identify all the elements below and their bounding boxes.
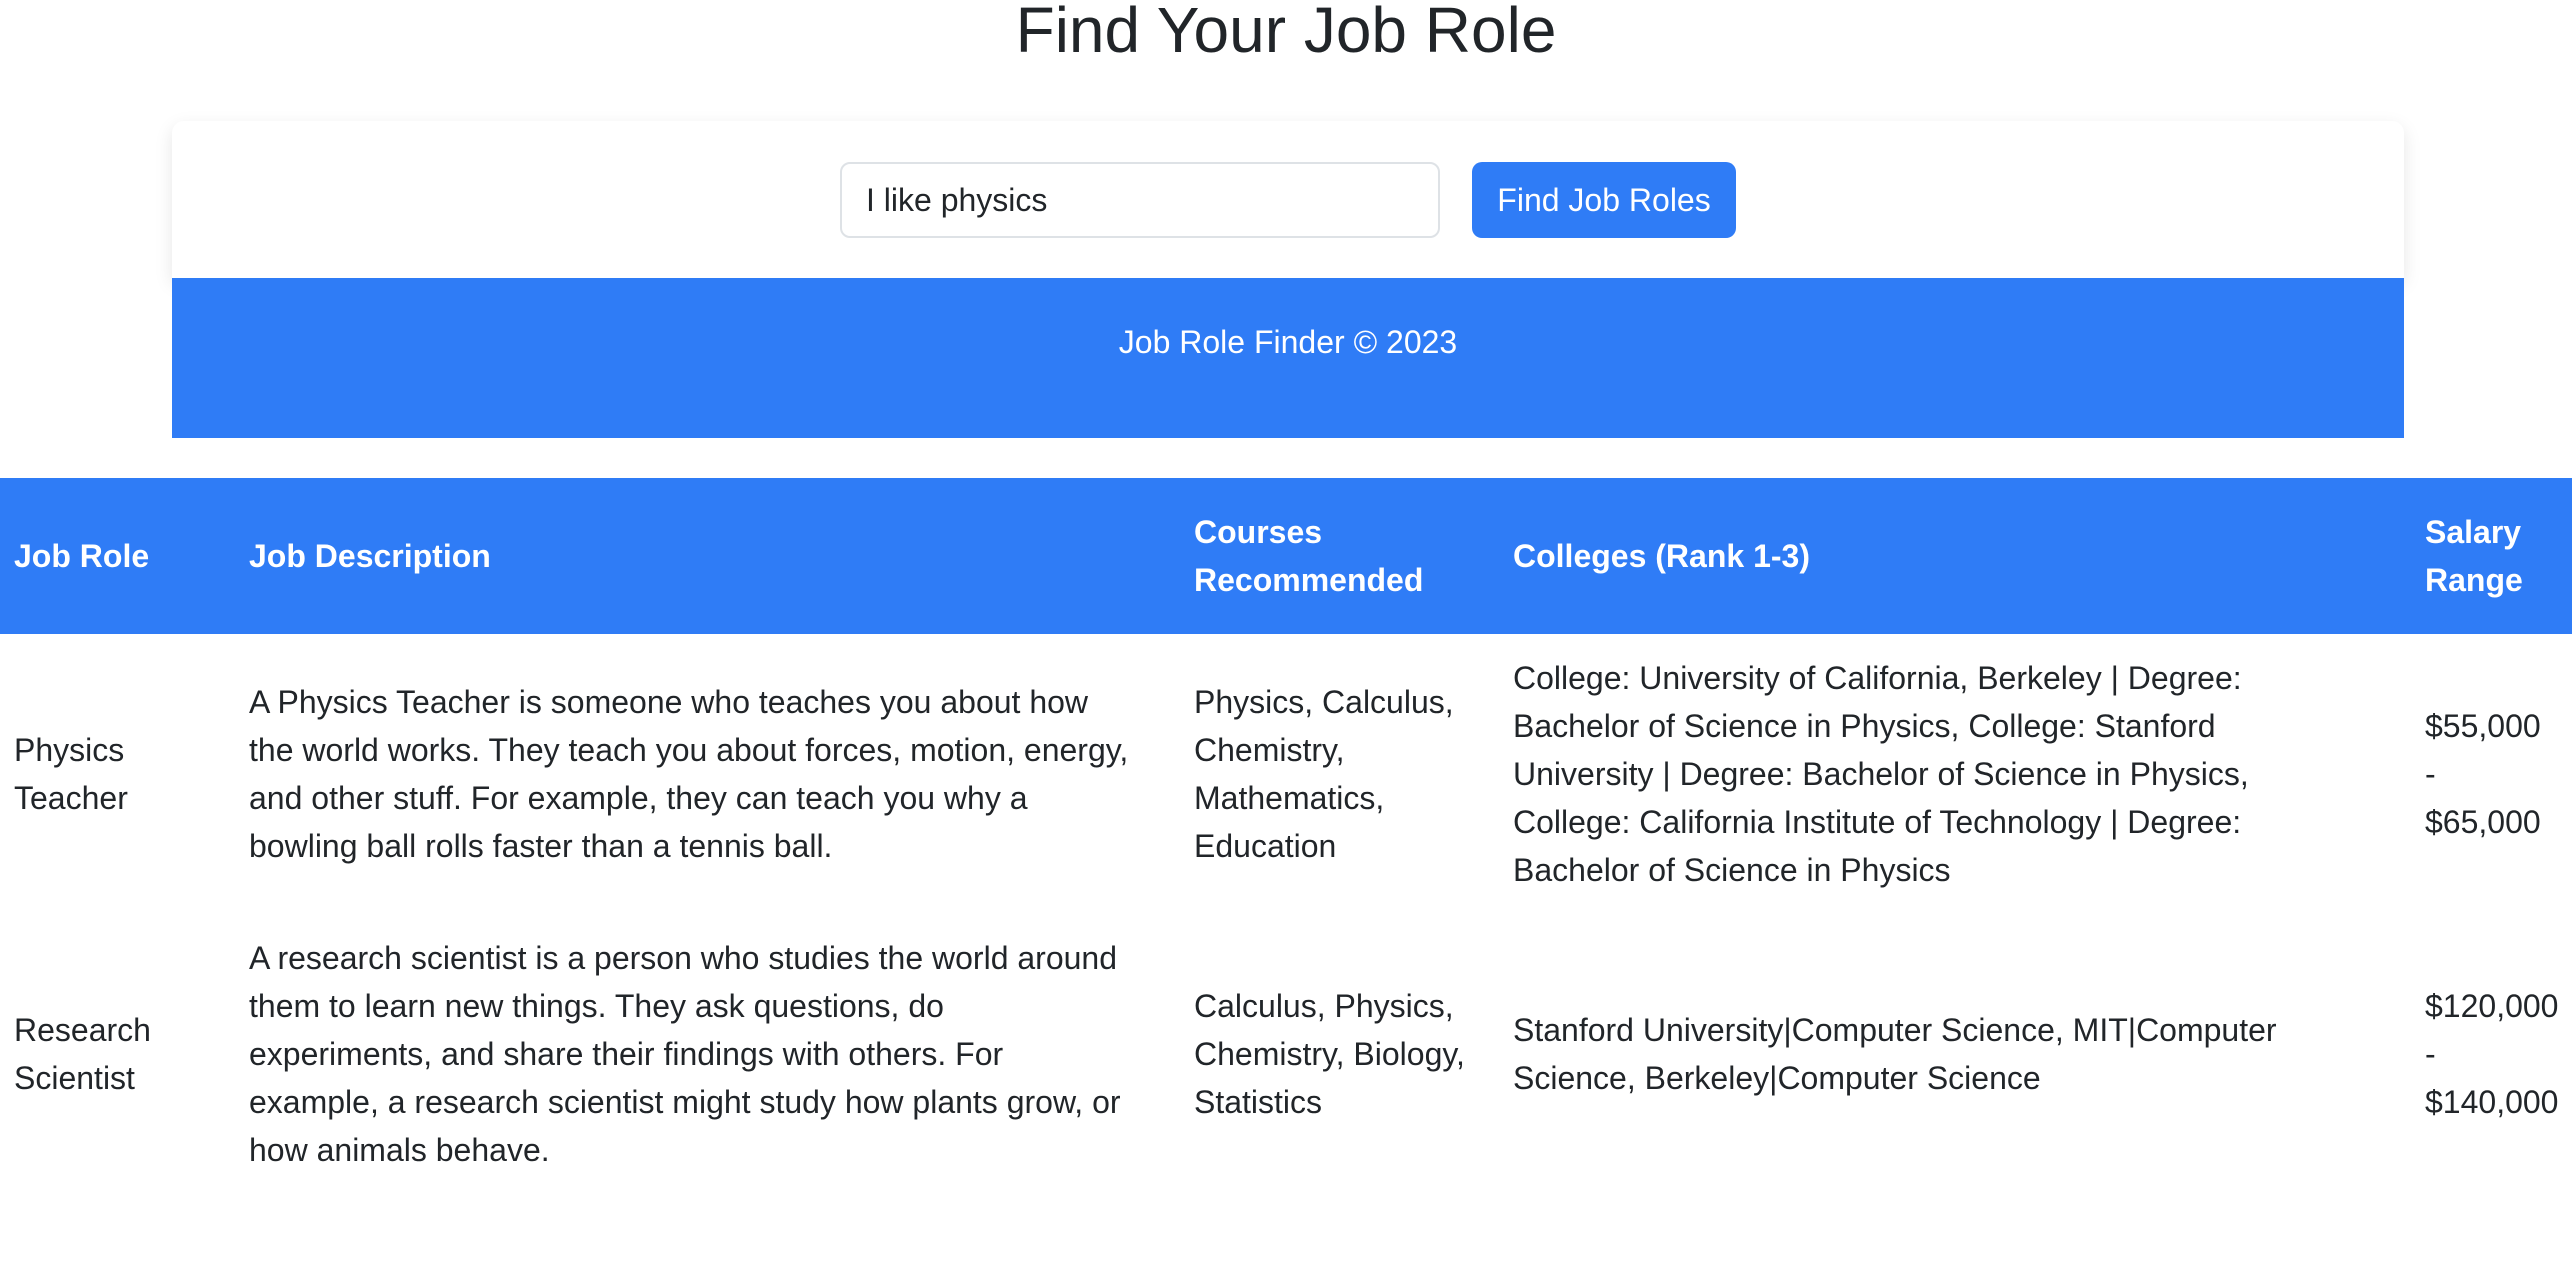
table-row: Research Scientist A research scientist …: [0, 914, 2572, 1194]
cell-job-role: Physics Teacher: [14, 732, 128, 816]
cell-job-description: A research scientist is a person who stu…: [249, 940, 1121, 1168]
page-title: Find Your Job Role: [1015, 0, 1557, 66]
footer-banner: Job Role Finder © 2023: [172, 278, 2404, 438]
cell-colleges: College: University of California, Berke…: [1513, 660, 2249, 888]
cell-courses: Calculus, Physics, Chemistry, Biology, S…: [1194, 988, 1465, 1120]
find-job-roles-button[interactable]: Find Job Roles: [1472, 162, 1736, 238]
results-table: Job Role Job Description Courses Recomme…: [0, 478, 2572, 1194]
cell-job-description: A Physics Teacher is someone who teaches…: [249, 684, 1129, 864]
table-header-row: Job Role Job Description Courses Recomme…: [0, 478, 2572, 634]
table-body: Physics Teacher A Physics Teacher is som…: [0, 634, 2572, 1194]
cell-salary: $55,000 - $65,000: [2425, 708, 2541, 840]
header-job-description: Job Description: [249, 538, 491, 574]
cell-courses: Physics, Calculus, Chemistry, Mathematic…: [1194, 684, 1454, 864]
header-colleges: Colleges (Rank 1-3): [1513, 538, 1810, 574]
cell-colleges: Stanford University|Computer Science, MI…: [1513, 1012, 2277, 1096]
cell-salary: $120,000 - $140,000: [2425, 988, 2559, 1120]
table-header: Job Role Job Description Courses Recomme…: [0, 478, 2572, 634]
header-job-role: Job Role: [14, 538, 150, 574]
header-salary-range: Salary Range: [2425, 514, 2523, 598]
search-input[interactable]: [840, 162, 1440, 238]
footer-text: Job Role Finder © 2023: [1118, 324, 1458, 360]
table-row: Physics Teacher A Physics Teacher is som…: [0, 634, 2572, 914]
cell-job-role: Research Scientist: [14, 1012, 151, 1096]
header-courses-recommended: Courses Recommended: [1194, 514, 1424, 598]
